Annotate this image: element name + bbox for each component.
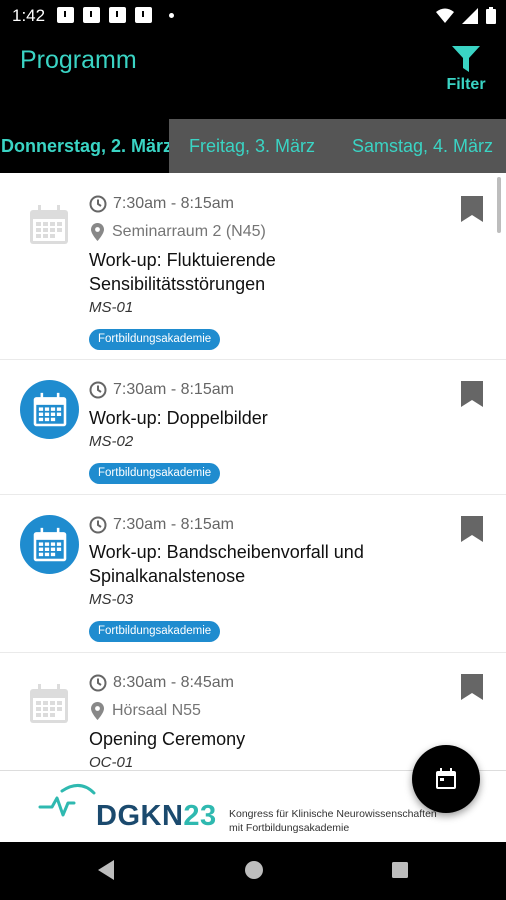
session-title-line: Opening Ceremony	[89, 729, 246, 749]
tab-freitag[interactable]: Freitag, 3. März	[169, 119, 337, 173]
session-title: Opening Ceremony	[89, 727, 434, 751]
day-tabs: Donnerstag, 2. März Freitag, 3. März Sam…	[0, 119, 506, 173]
app-bar: Programm Filter	[0, 32, 506, 119]
session-title-line: Work-up: Doppelbilder	[89, 408, 268, 428]
bookmark-icon[interactable]	[461, 381, 483, 407]
back-icon[interactable]	[96, 859, 116, 881]
brand-name: DGKN23	[96, 800, 217, 833]
bookmark-icon[interactable]	[461, 516, 483, 542]
battery-icon	[486, 7, 496, 24]
message-notification-icon	[135, 7, 152, 23]
filter-label: Filter	[446, 76, 486, 93]
session-tag-badge: Fortbildungsakademie	[89, 329, 221, 350]
session-time-text: 7:30am - 8:15am	[113, 381, 234, 398]
session-title: Work-up: Bandscheibenvorfall und Spinalk…	[89, 540, 434, 588]
session-code: MS-01	[89, 299, 134, 316]
session-title-line: Work-up: Bandscheibenvorfall und	[89, 542, 364, 562]
session-title-line: Work-up: Fluktuierende	[89, 250, 276, 270]
session-time-text: 7:30am - 8:15am	[113, 516, 234, 533]
calendar-icon	[30, 205, 68, 244]
message-notification-icon	[83, 7, 100, 23]
notification-icons	[57, 7, 174, 23]
location-pin-icon	[91, 702, 104, 720]
wifi-icon	[436, 8, 454, 23]
calendar-icon	[436, 768, 456, 789]
clock-icon	[89, 381, 107, 399]
session-code: OC-01	[89, 754, 134, 770]
session-time: 8:30am - 8:45am	[89, 674, 234, 692]
session-title-line: Sensibilitätsstörungen	[89, 274, 266, 294]
tab-samstag[interactable]: Samstag, 4. März	[337, 119, 506, 173]
tagline-line: mit Fortbildungsakademie	[229, 822, 350, 834]
session-time: 7:30am - 8:15am	[89, 516, 234, 534]
calendar-icon	[33, 527, 66, 561]
message-notification-icon	[57, 7, 74, 23]
calendar-icon	[30, 684, 68, 723]
filter-button[interactable]: Filter	[444, 46, 488, 102]
clock-icon	[89, 674, 107, 692]
calendar-badge	[20, 515, 79, 574]
message-notification-icon	[109, 7, 126, 23]
session-room: Hörsaal N55	[91, 702, 201, 720]
page-title: Programm	[20, 46, 137, 74]
bookmark-icon[interactable]	[461, 674, 483, 700]
session-room-text: Seminarraum 2 (N45)	[112, 223, 266, 240]
status-bar: 1:42	[0, 0, 506, 32]
session-time-text: 8:30am - 8:45am	[113, 674, 234, 691]
brand-number: 23	[183, 800, 217, 832]
app-screen: 1:42 Programm Filter Donnerstag, 2. März…	[0, 0, 506, 900]
system-icons	[436, 7, 496, 24]
clock-icon	[89, 516, 107, 534]
dgkn-logo-icon	[38, 784, 96, 817]
session-code: MS-03	[89, 591, 134, 608]
brand-text: DGKN	[96, 800, 184, 832]
recents-icon[interactable]	[390, 859, 410, 881]
tab-donnerstag[interactable]: Donnerstag, 2. März	[0, 119, 169, 173]
list-item[interactable]: 7:30am - 8:15am Work-up: Bandscheibenvor…	[0, 495, 506, 653]
list-item[interactable]: 7:30am - 8:15am Seminarraum 2 (N45) Work…	[0, 173, 506, 360]
list-item[interactable]: 7:30am - 8:15am Work-up: Doppelbilder MS…	[0, 360, 506, 495]
session-title-line: Spinalkanalstenose	[89, 566, 246, 586]
home-icon[interactable]	[244, 859, 264, 881]
session-time: 7:30am - 8:15am	[89, 381, 234, 399]
status-time: 1:42	[12, 6, 46, 25]
more-notifications-dot-icon	[169, 13, 174, 18]
signal-icon	[462, 7, 478, 24]
session-title: Work-up: Doppelbilder	[89, 406, 434, 430]
session-room-text: Hörsaal N55	[112, 702, 201, 719]
session-tag-badge: Fortbildungsakademie	[89, 621, 221, 642]
calendar-fab-button[interactable]	[412, 745, 480, 813]
bookmark-icon[interactable]	[461, 196, 483, 222]
session-list[interactable]: 7:30am - 8:15am Seminarraum 2 (N45) Work…	[0, 173, 506, 770]
calendar-badge	[20, 380, 79, 439]
session-tag-badge: Fortbildungsakademie	[89, 463, 221, 484]
location-pin-icon	[91, 223, 104, 241]
calendar-icon	[33, 392, 66, 426]
session-time: 7:30am - 8:15am	[89, 195, 234, 213]
session-title: Work-up: Fluktuierende Sensibilitätsstör…	[89, 248, 434, 296]
system-nav-bar	[0, 842, 506, 900]
filter-icon	[452, 46, 480, 72]
session-code: MS-02	[89, 433, 134, 450]
clock-icon	[89, 195, 107, 213]
session-time-text: 7:30am - 8:15am	[113, 195, 234, 212]
session-room: Seminarraum 2 (N45)	[91, 223, 266, 241]
